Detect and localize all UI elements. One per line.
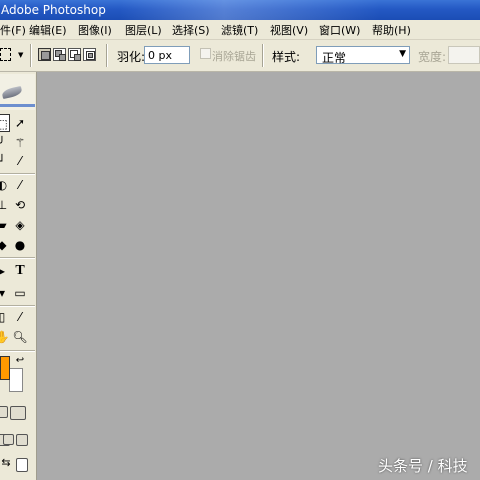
quick-mask-button[interactable] [10,406,26,420]
healing-brush-icon[interactable]: ◐ [0,176,10,194]
menu-help[interactable]: 帮助(H) [372,22,411,38]
separator [262,44,264,67]
antialias-label: 消除锯齿 [212,50,256,63]
style-select[interactable]: 正常 ▼ [316,46,410,65]
title-bar-glow [120,0,380,20]
jump-to-imageready-icon[interactable]: ⇆ [0,454,14,472]
watermark-text: 头条号 / 科技 [378,457,468,475]
separator [0,173,35,175]
canvas-workspace[interactable] [37,72,480,480]
menu-select[interactable]: 选择(S) [172,22,210,38]
hand-icon[interactable]: ✋ [0,328,10,346]
menu-image[interactable]: 图像(I) [78,22,112,38]
paint-bucket-icon[interactable]: ◈ [12,216,28,234]
rectangle-shape-icon[interactable]: ▭ [12,284,28,302]
tool-preset-icon[interactable] [0,48,11,61]
new-selection-button[interactable] [38,48,51,61]
dodge-icon[interactable]: ● [12,236,28,254]
brush-icon[interactable]: ⁄ [12,176,28,194]
zoom-icon[interactable]: 🔍︎ [12,328,28,346]
notes-icon[interactable]: ▯ [0,308,10,326]
style-select-value: 正常 [322,51,347,65]
pen-icon[interactable]: ▾ [0,284,10,302]
menu-filter[interactable]: 滤镜(T) [221,22,258,38]
chevron-down-icon: ▼ [399,49,406,59]
standard-mode-button[interactable] [0,406,8,418]
menu-edit[interactable]: 编辑(E) [29,22,67,38]
photoshop-feather-logo [1,86,23,99]
separator [30,44,32,67]
type-icon[interactable]: T [12,262,28,280]
menu-layer[interactable]: 图层(L) [125,22,162,38]
antialias-checkbox[interactable] [200,48,211,59]
separator [0,257,35,259]
menu-file[interactable]: 件(F) [0,22,26,38]
eraser-icon[interactable]: ▰ [0,216,10,234]
clone-stamp-icon[interactable]: ⊥ [0,196,10,214]
eyedropper-icon[interactable]: ⁄ [12,308,28,326]
blur-icon[interactable]: ◆ [0,236,10,254]
crop-icon[interactable]: ┘ [0,152,10,170]
separator [0,305,35,307]
screen-mode-full-menu-button[interactable] [3,434,14,445]
history-brush-icon[interactable]: ⟲ [12,196,28,214]
window-title: Adobe Photoshop [1,3,106,17]
intersect-selection-button[interactable] [83,48,96,61]
style-label: 样式: [272,50,301,64]
width-label: 宽度: [418,50,447,64]
toolbox: ⬚ ➚ ╯ ⚚ ┘ ⁄ ◐ ⁄ ⊥ ⟲ ▰ ◈ ◆ ● ▸ T ▾ ▭ ▯ ⁄ … [0,72,37,480]
options-bar: ▼ 羽化: 0 px 消除锯齿 样式: 正常 ▼ 宽度: [0,40,480,72]
width-input[interactable] [448,46,480,64]
menu-view[interactable]: 视图(V) [270,22,308,38]
menu-bar: 件(F) 编辑(E) 图像(I) 图层(L) 选择(S) 滤镜(T) 视图(V)… [0,20,480,40]
lasso-icon[interactable]: ╯ [0,134,10,152]
add-to-selection-button[interactable] [53,48,66,61]
toolbox-header [0,74,35,110]
title-bar: Adobe Photoshop [0,0,480,20]
feather-label: 羽化: [117,50,146,64]
magic-wand-icon[interactable]: ⚚ [12,134,28,152]
menu-window[interactable]: 窗口(W) [319,22,360,38]
subtract-selection-button[interactable] [68,48,81,61]
tool-preset-arrow-icon[interactable]: ▼ [18,51,23,59]
foreground-color-swatch[interactable] [0,356,10,380]
screen-mode-full-button[interactable] [16,434,28,446]
background-color-swatch[interactable] [9,368,23,392]
imageready-button[interactable] [16,458,28,472]
slice-icon[interactable]: ⁄ [12,152,28,170]
rect-marquee-icon[interactable]: ⬚ [0,114,10,132]
move-icon[interactable]: ➚ [12,114,28,132]
path-select-icon[interactable]: ▸ [0,262,10,280]
separator [106,44,108,67]
feather-input[interactable]: 0 px [144,46,190,64]
